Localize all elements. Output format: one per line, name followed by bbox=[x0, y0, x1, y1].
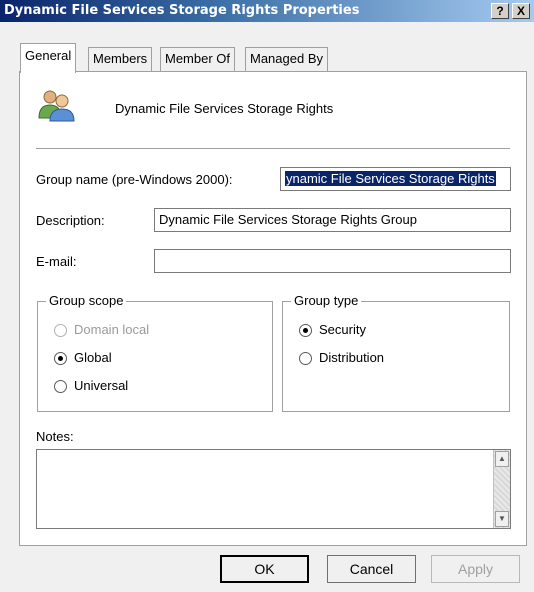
group-scope-box: Group scope Domain local Global Universa… bbox=[37, 293, 273, 412]
scroll-down-icon[interactable]: ▼ bbox=[495, 511, 509, 527]
title-bar[interactable]: Dynamic File Services Storage Rights Pro… bbox=[0, 0, 534, 22]
group-scope-legend: Group scope bbox=[46, 293, 127, 308]
scroll-up-icon[interactable]: ▲ bbox=[495, 451, 509, 467]
group-type-box: Group type Security Distribution bbox=[282, 293, 510, 412]
radio-label: Global bbox=[74, 350, 112, 365]
properties-dialog: Dynamic File Services Storage Rights Pro… bbox=[0, 0, 534, 592]
description-label: Description: bbox=[36, 213, 105, 228]
email-label: E-mail: bbox=[36, 254, 77, 269]
radio-button[interactable] bbox=[299, 352, 312, 365]
help-button[interactable]: ? bbox=[491, 3, 509, 19]
tab-member-of[interactable]: Member Of bbox=[160, 47, 236, 71]
group-users-icon bbox=[38, 90, 75, 122]
radio-button[interactable] bbox=[54, 352, 67, 365]
tab-members[interactable]: Members bbox=[88, 47, 153, 71]
cancel-button[interactable]: Cancel bbox=[327, 555, 416, 583]
description-input[interactable]: Dynamic File Services Storage Rights Gro… bbox=[154, 208, 511, 232]
tab-managed-by[interactable]: Managed By bbox=[245, 47, 328, 71]
group-name-label: Group name (pre-Windows 2000): bbox=[36, 172, 233, 187]
radio-label: Universal bbox=[74, 378, 129, 393]
group-name-input[interactable]: ynamic File Services Storage Rights bbox=[280, 167, 511, 191]
radio-button[interactable] bbox=[299, 324, 312, 337]
ok-button[interactable]: OK bbox=[220, 555, 309, 583]
header-separator bbox=[36, 148, 510, 149]
radio-label: Distribution bbox=[319, 350, 385, 365]
radio-label: Security bbox=[319, 322, 366, 337]
notes-label: Notes: bbox=[36, 429, 74, 444]
tab-general[interactable]: General bbox=[20, 43, 77, 73]
group-name-value: ynamic File Services Storage Rights bbox=[285, 171, 496, 186]
email-input[interactable] bbox=[154, 249, 511, 273]
notes-scrollbar[interactable]: ▲ ▼ bbox=[493, 450, 510, 528]
radio-label: Domain local bbox=[74, 322, 150, 337]
close-button[interactable]: X bbox=[512, 3, 530, 19]
group-type-legend: Group type bbox=[291, 293, 362, 308]
apply-button[interactable]: Apply bbox=[431, 555, 520, 583]
group-display-name: Dynamic File Services Storage Rights bbox=[115, 101, 334, 116]
radio-button[interactable] bbox=[54, 380, 67, 393]
window-title: Dynamic File Services Storage Rights Pro… bbox=[4, 3, 360, 18]
notes-textarea[interactable]: ▲ ▼ bbox=[36, 449, 511, 529]
radio-button bbox=[54, 324, 67, 337]
